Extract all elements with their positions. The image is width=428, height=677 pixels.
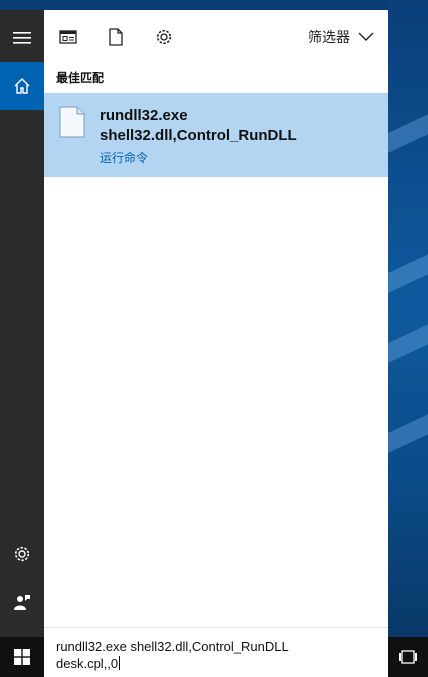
settings-filter-button[interactable] [153, 26, 175, 48]
search-filter-toolbar: 筛选器 [44, 10, 388, 62]
user-feedback-icon [14, 595, 30, 610]
start-button[interactable] [0, 637, 44, 677]
gear-icon [156, 29, 172, 45]
result-title-line1: rundll32.exe [100, 107, 188, 124]
menu-button[interactable] [0, 14, 44, 62]
search-results-panel: 筛选器 最佳匹配 rundll32.exe shell32.dll,Contro… [44, 10, 388, 627]
document-icon [109, 28, 123, 46]
documents-filter-button[interactable] [105, 26, 127, 48]
home-icon [14, 78, 30, 94]
app-window-icon [59, 30, 77, 44]
best-match-result[interactable]: rundll32.exe shell32.dll,Control_RunDLL … [44, 93, 388, 177]
filter-dropdown[interactable]: 筛选器 [308, 27, 374, 47]
apps-filter-button[interactable] [57, 26, 79, 48]
feedback-button[interactable] [0, 578, 44, 626]
home-button[interactable] [0, 62, 44, 110]
result-subtitle: 运行命令 [100, 151, 149, 165]
hamburger-menu-icon [13, 32, 31, 44]
search-query-line2: desk.cpl,,0 [56, 656, 121, 671]
text-caret [119, 656, 121, 670]
best-match-heading: 最佳匹配 [56, 71, 105, 85]
filter-label: 筛选器 [308, 29, 350, 45]
chevron-down-icon [358, 32, 374, 41]
desktop-wallpaper [388, 0, 428, 677]
search-input[interactable]: rundll32.exe shell32.dll,Control_RunDLL … [44, 627, 388, 677]
task-view-icon [399, 650, 417, 664]
gear-icon [14, 546, 30, 562]
start-rail [0, 10, 44, 637]
search-query-line1: rundll32.exe shell32.dll,Control_RunDLL [56, 639, 289, 654]
task-view-button[interactable] [388, 637, 428, 677]
search-query-line2-text: desk.cpl,,0 [56, 656, 119, 671]
file-icon [59, 106, 85, 138]
windows-logo-icon [14, 649, 30, 665]
result-title-line2: shell32.dll,Control_RunDLL [100, 127, 297, 144]
settings-button[interactable] [0, 530, 44, 578]
